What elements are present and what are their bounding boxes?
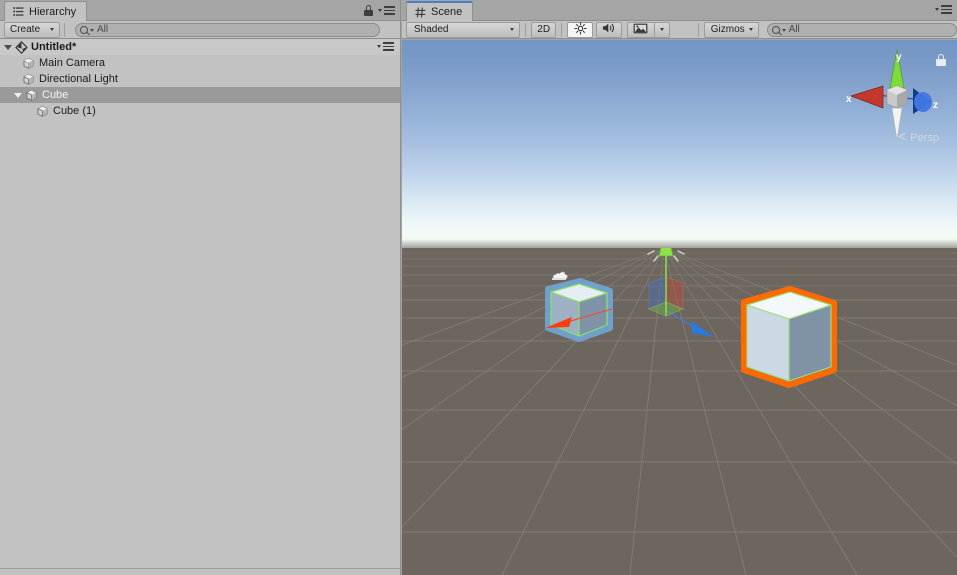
toolbar-divider	[697, 22, 699, 37]
hierarchy-tabbar: Hierarchy	[0, 0, 400, 21]
scene-panel-menu-button[interactable]	[935, 5, 952, 14]
twisty-expanded-icon[interactable]	[14, 92, 22, 98]
toolbar-divider	[64, 22, 65, 37]
scene-search-input[interactable]: All	[766, 22, 957, 37]
twisty-expanded-icon[interactable]	[4, 44, 12, 50]
tab-hierarchy[interactable]: Hierarchy	[4, 1, 88, 21]
chevron-down-icon	[378, 9, 382, 12]
panel-menu-icon	[941, 5, 952, 14]
unity-scene-icon	[15, 40, 28, 54]
scene-panel: Scene Shaded 2D Gizmos All x y z Persp	[402, 0, 957, 575]
tab-scene[interactable]: Scene	[406, 1, 474, 21]
hierarchy-item-main-camera[interactable]: Main Camera	[0, 55, 400, 71]
scene-effects-split-button[interactable]	[626, 21, 670, 38]
hierarchy-scene-root[interactable]: Untitled*	[0, 39, 400, 55]
create-button[interactable]: Create	[4, 21, 60, 38]
speaker-icon	[602, 22, 616, 37]
scene-view-gizmo[interactable]: x y z	[839, 40, 949, 155]
gameobject-cube-icon	[36, 105, 49, 118]
image-effects-icon	[633, 23, 648, 37]
unity-editor-window: Hierarchy Create All Untitled* Main Came…	[0, 0, 957, 575]
scene-grid-icon	[415, 7, 426, 18]
draw-mode-dropdown[interactable]: Shaded	[406, 21, 520, 38]
lock-icon[interactable]	[364, 5, 373, 16]
scene-toolbar: Shaded 2D Gizmos All	[402, 21, 957, 39]
hierarchy-item-label: Main Camera	[39, 57, 106, 69]
hierarchy-panel-menu-button[interactable]	[378, 6, 395, 15]
panel-menu-icon	[384, 6, 395, 15]
hierarchy-search-input[interactable]: All	[75, 22, 380, 37]
tab-scene-label: Scene	[431, 6, 463, 18]
svg-text:z: z	[933, 100, 938, 111]
create-button-label: Create	[10, 24, 41, 35]
scene-object-cube-selected	[741, 286, 837, 388]
chevron-down-icon	[659, 28, 664, 31]
hierarchy-tree[interactable]: Untitled* Main Camera Directional Light …	[0, 39, 400, 569]
gameobject-cube-icon	[22, 57, 35, 70]
image-effects-dropdown[interactable]	[654, 21, 670, 38]
chevron-down-icon	[510, 28, 514, 31]
scene-tabbar: Scene	[402, 0, 957, 21]
scene-viewport[interactable]: x y z Persp	[402, 40, 957, 575]
scene-gizmo-lock-icon[interactable]	[936, 54, 946, 66]
hierarchy-item-cube-1[interactable]: Cube (1)	[0, 103, 400, 119]
svg-text:x: x	[846, 94, 852, 105]
hierarchy-list-icon	[13, 6, 24, 17]
hierarchy-item-label: Directional Light	[39, 73, 118, 85]
toggle-2d-label: 2D	[537, 24, 551, 35]
scene-context-menu-icon	[383, 42, 394, 51]
chevron-down-icon	[50, 28, 54, 31]
scene-audio-toggle[interactable]	[595, 21, 622, 38]
hierarchy-search-placeholder: All	[97, 24, 109, 35]
scene-object-cube-1	[545, 278, 613, 342]
svg-text:y: y	[896, 52, 902, 63]
draw-mode-label: Shaded	[414, 24, 449, 35]
toggle-2d-button[interactable]: 2D	[530, 21, 557, 38]
gameobject-cube-icon	[22, 73, 35, 86]
image-effects-button[interactable]	[626, 21, 655, 38]
hierarchy-item-cube[interactable]: Cube	[0, 87, 400, 103]
search-icon	[80, 25, 88, 34]
gizmos-label: Gizmos	[710, 24, 745, 35]
search-filter-chevron-icon	[90, 29, 94, 32]
chevron-down-icon	[377, 45, 381, 48]
scene-context-menu-button[interactable]	[377, 42, 394, 51]
scene-search-placeholder: All	[788, 24, 800, 35]
hierarchy-item-label: Cube	[42, 89, 69, 101]
hierarchy-item-directional-light[interactable]: Directional Light	[0, 71, 400, 87]
hierarchy-tab-actions	[364, 5, 395, 16]
hierarchy-scene-root-label: Untitled*	[31, 41, 77, 53]
ground-plane	[402, 248, 957, 575]
tab-hierarchy-label: Hierarchy	[29, 5, 77, 18]
chevron-down-icon	[935, 8, 939, 11]
sun-icon	[573, 21, 587, 38]
chevron-down-icon	[748, 28, 753, 31]
gameobject-cube-icon	[25, 89, 38, 102]
search-icon	[771, 25, 780, 34]
toolbar-divider	[561, 22, 563, 37]
scene-lighting-toggle[interactable]	[567, 21, 593, 38]
hierarchy-panel: Hierarchy Create All Untitled* Main Came…	[0, 0, 401, 575]
gizmos-dropdown[interactable]: Gizmos	[703, 21, 759, 38]
hierarchy-toolbar: Create All	[0, 21, 400, 39]
hierarchy-item-label: Cube (1)	[53, 105, 96, 117]
search-filter-chevron-icon	[781, 29, 786, 32]
toolbar-divider	[525, 22, 526, 37]
